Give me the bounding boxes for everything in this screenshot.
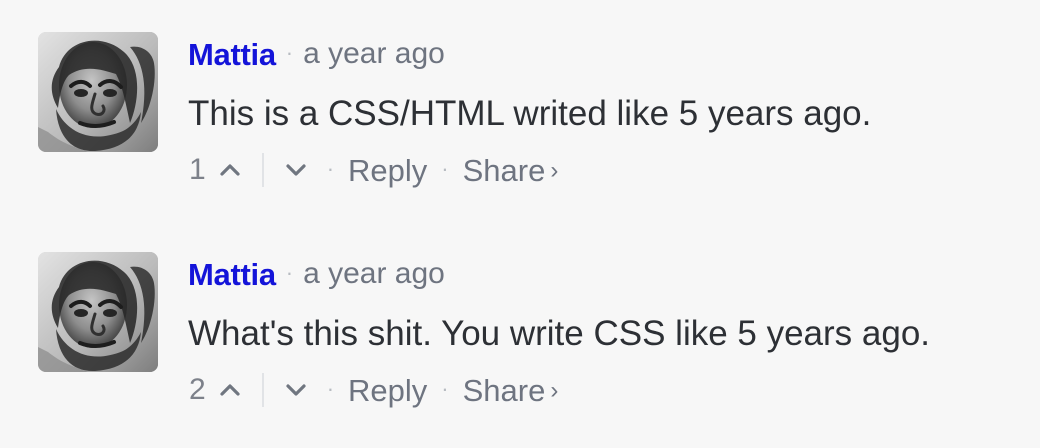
comment-text: This is a CSS/HTML writed like 5 years a… xyxy=(188,94,872,133)
action-separator: · xyxy=(326,156,335,181)
comment-time[interactable]: a year ago xyxy=(303,39,445,69)
comment-actions: 1 · Reply · Share › xyxy=(188,144,1008,196)
reply-link[interactable]: Reply xyxy=(348,155,427,186)
share-label: Share xyxy=(462,152,546,188)
upvote-button[interactable] xyxy=(213,373,247,407)
comment: Mattia · a year ago What's this shit. Yo… xyxy=(0,250,1040,430)
avatar[interactable] xyxy=(38,32,158,152)
chevron-up-icon xyxy=(220,384,240,396)
comment-text: What's this shit. You write CSS like 5 y… xyxy=(188,314,931,353)
share-link[interactable]: Share › xyxy=(463,155,559,186)
upvote-button[interactable] xyxy=(213,153,247,187)
comment-content: Mattia · a year ago This is a CSS/HTML w… xyxy=(188,30,1008,196)
chevron-right-icon: › xyxy=(550,377,559,404)
vote-count: 1 xyxy=(189,153,206,186)
chevron-down-icon xyxy=(286,164,306,176)
comment: Mattia · a year ago This is a CSS/HTML w… xyxy=(0,30,1040,210)
downvote-button[interactable] xyxy=(279,373,313,407)
meta-separator: · xyxy=(285,40,294,65)
comment-actions: 2 · Reply · Share › xyxy=(188,364,1008,416)
comment-list: Mattia · a year ago This is a CSS/HTML w… xyxy=(0,0,1040,448)
reply-link[interactable]: Reply xyxy=(348,375,427,406)
downvote-button[interactable] xyxy=(279,153,313,187)
action-separator: · xyxy=(441,376,449,401)
comment-meta: Mattia · a year ago xyxy=(188,30,1008,78)
action-separator: · xyxy=(326,376,335,401)
comment-meta: Mattia · a year ago xyxy=(188,250,1008,298)
meta-separator: · xyxy=(285,260,294,285)
vote-divider xyxy=(261,153,264,187)
share-link[interactable]: Share › xyxy=(463,375,559,406)
vote-divider xyxy=(261,373,264,407)
author-name[interactable]: Mattia xyxy=(188,259,276,290)
chevron-up-icon xyxy=(220,164,240,176)
avatar-photo xyxy=(38,32,158,152)
chevron-down-icon xyxy=(286,384,306,396)
comment-content: Mattia · a year ago What's this shit. Yo… xyxy=(188,250,1008,416)
author-name[interactable]: Mattia xyxy=(188,39,276,70)
comment-time[interactable]: a year ago xyxy=(303,259,445,289)
vote-count: 2 xyxy=(189,373,206,406)
share-label: Share xyxy=(462,372,546,408)
avatar[interactable] xyxy=(38,252,158,372)
chevron-right-icon: › xyxy=(550,157,559,184)
action-separator: · xyxy=(441,156,449,181)
avatar-photo xyxy=(38,252,158,372)
